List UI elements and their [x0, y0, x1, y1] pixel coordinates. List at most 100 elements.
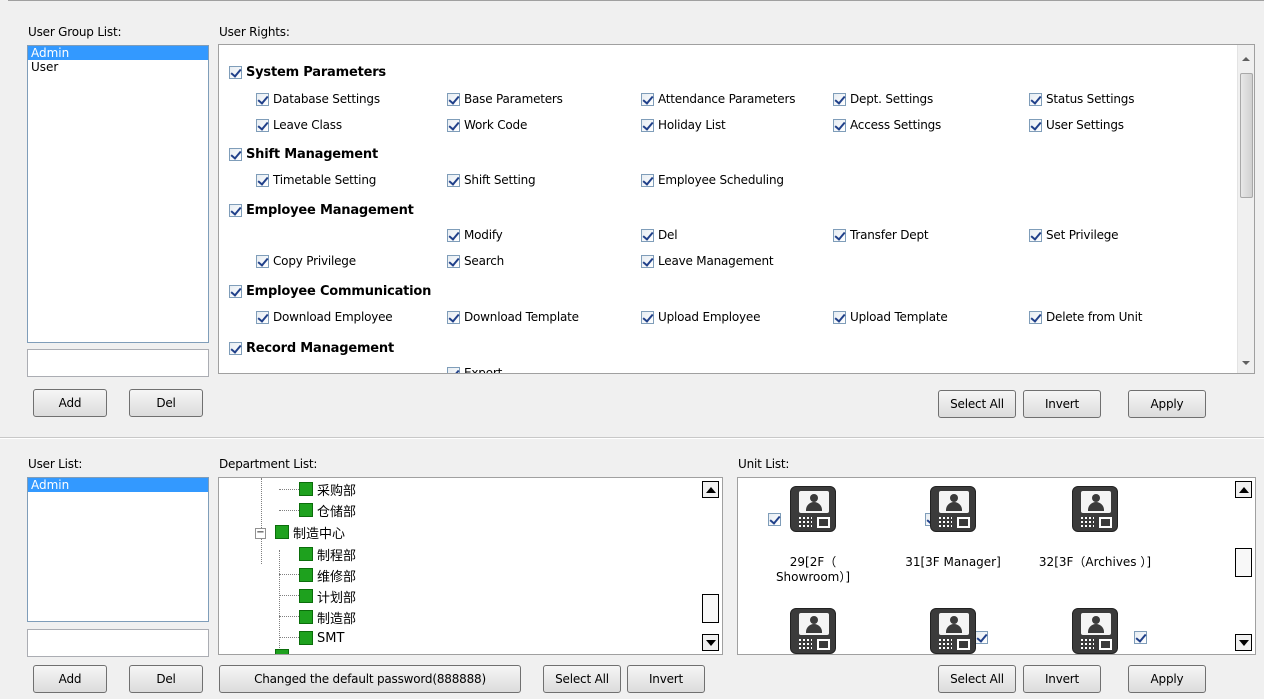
right-set-privilege[interactable]: Set Privilege: [1029, 227, 1119, 243]
right-employee-scheduling[interactable]: Employee Scheduling: [641, 172, 784, 188]
user-admin[interactable]: Admin: [28, 478, 208, 492]
checkbox-icon[interactable]: [447, 366, 460, 373]
checkbox-icon[interactable]: [256, 173, 269, 187]
user-group-listbox[interactable]: Admin User: [27, 45, 209, 343]
right-employee-communication[interactable]: Employee Communication: [229, 283, 431, 299]
right-work-code[interactable]: Work Code: [447, 117, 527, 133]
unit-apply-button[interactable]: Apply: [1128, 665, 1206, 693]
right-del[interactable]: Del: [641, 227, 678, 243]
right-employee-management[interactable]: Employee Management: [229, 202, 414, 218]
dept-item[interactable]: 制程部: [299, 545, 356, 564]
right-download-template[interactable]: Download Template: [447, 309, 579, 325]
right-upload-employee[interactable]: Upload Employee: [641, 309, 760, 325]
right-record-management[interactable]: Record Management: [229, 340, 394, 356]
checkbox-icon[interactable]: [1029, 310, 1042, 324]
scroll-thumb[interactable]: [1240, 73, 1253, 198]
attendance-device-icon[interactable]: [790, 608, 836, 654]
right-shift-setting[interactable]: Shift Setting: [447, 172, 536, 188]
department-tree[interactable]: 采购部 仓储部 − 制造中心 制程部 维修部 计划部 制造部 SMT: [218, 477, 723, 655]
right-search[interactable]: Search: [447, 253, 504, 269]
user-rights-panel[interactable]: System Parameters Database Settings Base…: [218, 44, 1255, 374]
collapse-icon[interactable]: −: [255, 528, 266, 539]
checkbox-icon[interactable]: [447, 310, 460, 324]
user-group-user[interactable]: User: [28, 60, 208, 74]
right-database-settings[interactable]: Database Settings: [256, 91, 380, 107]
right-attendance-parameters[interactable]: Attendance Parameters: [641, 91, 795, 107]
user-add-button[interactable]: Add: [33, 665, 107, 693]
checkbox-icon[interactable]: [229, 341, 242, 355]
right-transfer-dept[interactable]: Transfer Dept: [833, 227, 929, 243]
checkbox-icon[interactable]: [447, 254, 460, 268]
rights-select-all-button[interactable]: Select All: [938, 390, 1016, 418]
dept-scroll-down-button[interactable]: [702, 634, 719, 651]
checkbox-icon[interactable]: [447, 173, 460, 187]
unit-list-panel[interactable]: 29[2F（ Showroom）] 31[3F Manager] 32[3F（A…: [737, 477, 1256, 655]
dept-item[interactable]: 计划部: [299, 587, 356, 606]
attendance-device-icon[interactable]: [930, 486, 976, 532]
right-export[interactable]: Export: [447, 365, 502, 373]
rights-invert-button[interactable]: Invert: [1023, 390, 1101, 418]
checkbox-icon[interactable]: [833, 228, 846, 242]
attendance-device-icon[interactable]: [1072, 486, 1118, 532]
right-delete-from-unit[interactable]: Delete from Unit: [1029, 309, 1142, 325]
right-leave-class[interactable]: Leave Class: [256, 117, 342, 133]
unit-invert-button[interactable]: Invert: [1023, 665, 1101, 693]
dept-item[interactable]: 制造部: [299, 608, 356, 627]
right-upload-template[interactable]: Upload Template: [833, 309, 948, 325]
attendance-device-icon[interactable]: [790, 486, 836, 532]
checkbox-icon[interactable]: [641, 118, 654, 132]
user-del-button[interactable]: Del: [129, 665, 203, 693]
scroll-up-icon[interactable]: [1242, 57, 1250, 61]
checkbox-icon[interactable]: [641, 310, 654, 324]
rights-apply-button[interactable]: Apply: [1128, 390, 1206, 418]
checkbox-icon[interactable]: [641, 92, 654, 106]
group-add-button[interactable]: Add: [33, 389, 107, 417]
dept-item[interactable]: 仓储部: [299, 501, 356, 520]
checkbox-icon[interactable]: [256, 310, 269, 324]
unit-scroll-up-button[interactable]: [1235, 481, 1252, 498]
dept-item-manufacturing-center[interactable]: 制造中心: [275, 523, 345, 542]
right-timetable-setting[interactable]: Timetable Setting: [256, 172, 376, 188]
checkbox-icon[interactable]: [229, 284, 242, 298]
group-del-button[interactable]: Del: [129, 389, 203, 417]
right-modify[interactable]: Modify: [447, 227, 503, 243]
attendance-device-icon[interactable]: [930, 608, 976, 654]
checkbox-icon[interactable]: [833, 118, 846, 132]
checkbox-icon[interactable]: [833, 92, 846, 106]
scroll-down-icon[interactable]: [1242, 361, 1250, 365]
right-shift-management[interactable]: Shift Management: [229, 146, 378, 162]
user-group-admin[interactable]: Admin: [28, 46, 208, 60]
unit-checkbox[interactable]: [1134, 631, 1148, 644]
dept-select-all-button[interactable]: Select All: [543, 665, 621, 693]
checkbox-icon[interactable]: [833, 310, 846, 324]
user-listbox[interactable]: Admin: [27, 477, 209, 622]
checkbox-icon[interactable]: [256, 92, 269, 106]
checkbox-icon[interactable]: [256, 254, 269, 268]
dept-scroll-thumb[interactable]: [702, 594, 719, 623]
right-status-settings[interactable]: Status Settings: [1029, 91, 1134, 107]
unit-checkbox[interactable]: [768, 513, 781, 526]
dept-item[interactable]: 维修部: [299, 566, 356, 585]
checkbox-icon[interactable]: [229, 65, 242, 79]
user-group-name-input[interactable]: [27, 349, 209, 377]
right-system-parameters[interactable]: System Parameters: [229, 64, 386, 80]
checkbox-icon[interactable]: [641, 173, 654, 187]
checkbox-icon[interactable]: [229, 147, 242, 161]
checkbox-icon[interactable]: [447, 118, 460, 132]
unit-select-all-button[interactable]: Select All: [938, 665, 1016, 693]
checkbox-icon[interactable]: [1029, 228, 1042, 242]
right-user-settings[interactable]: User Settings: [1029, 117, 1124, 133]
unit-scroll-down-button[interactable]: [1235, 634, 1252, 651]
checkbox-icon[interactable]: [1029, 118, 1042, 132]
dept-item[interactable]: SMT: [299, 629, 344, 647]
checkbox-icon[interactable]: [641, 254, 654, 268]
unit-checkbox[interactable]: [975, 631, 989, 644]
dept-item[interactable]: 采购部: [299, 480, 356, 499]
dept-invert-button[interactable]: Invert: [627, 665, 705, 693]
change-default-password-button[interactable]: Changed the default password(888888): [219, 665, 521, 693]
right-dept-settings[interactable]: Dept. Settings: [833, 91, 933, 107]
attendance-device-icon[interactable]: [1072, 608, 1118, 654]
right-base-parameters[interactable]: Base Parameters: [447, 91, 563, 107]
checkbox-icon[interactable]: [447, 228, 460, 242]
right-download-employee[interactable]: Download Employee: [256, 309, 393, 325]
